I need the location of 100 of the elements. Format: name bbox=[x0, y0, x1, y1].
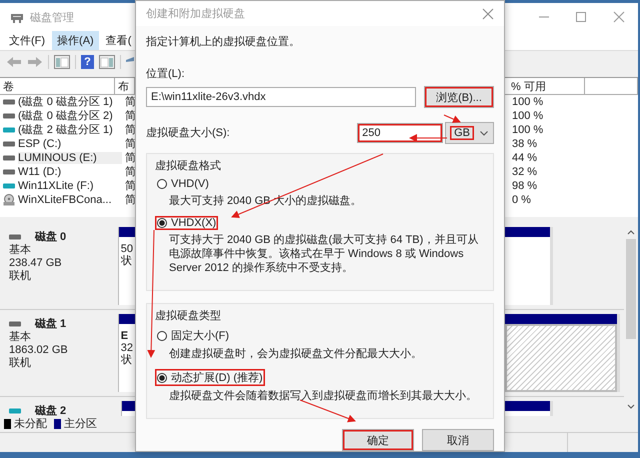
disk-info: 基本 bbox=[9, 331, 32, 344]
free-percent-cell-text: 0 % bbox=[511, 194, 531, 206]
partition-block[interactable]: E 32 状 bbox=[118, 314, 135, 392]
maximize-icon[interactable] bbox=[575, 11, 588, 24]
volume-row[interactable]: LUMINOUS (E:) 简 bbox=[0, 150, 135, 165]
partition-header-bar bbox=[505, 227, 550, 238]
annotation-arrow bbox=[300, 400, 356, 422]
partition-text: 50 bbox=[120, 243, 133, 256]
chevron-down-icon bbox=[480, 130, 488, 136]
layout-cell-text: 简 bbox=[125, 193, 136, 208]
disk-name: 磁盘 1 bbox=[35, 317, 66, 332]
drive-icon bbox=[3, 168, 15, 175]
disk-info: 238.47 GB bbox=[9, 257, 63, 270]
location-field[interactable]: E:\win11xlite-26v3.vhdx bbox=[146, 87, 416, 107]
disk-management-icon bbox=[10, 11, 24, 24]
scroll-thumb[interactable] bbox=[626, 239, 636, 340]
disk-info: 联机 bbox=[9, 270, 32, 284]
volume-row[interactable]: (磁盘 0 磁盘分区 1) 简 bbox=[0, 94, 135, 109]
drive-icon bbox=[3, 182, 15, 189]
window-title: 磁盘管理 bbox=[30, 10, 74, 25]
legend-label: 主分区 bbox=[64, 416, 97, 432]
field-label: 位置(L): bbox=[146, 67, 186, 81]
layout-cell-text: 简 bbox=[125, 179, 136, 194]
size-field[interactable]: 250 bbox=[357, 123, 444, 143]
ok-button[interactable]: 确定 bbox=[342, 429, 414, 451]
volume-row[interactable]: (磁盘 0 磁盘分区 2) 简 bbox=[0, 108, 135, 123]
option-description: 可支持大于 2040 GB 的虚拟磁盘(最大可支持 64 TB)，并且可从电源故障事件中恢复。该格式在早于 Windows 8 或 Windows Server 2012 的操作系统中不受支持。 bbox=[168, 233, 480, 275]
radio-option[interactable]: 动态扩展(D) (推荐) bbox=[155, 369, 265, 386]
help-icon[interactable]: ? bbox=[81, 55, 94, 70]
drive-disc-icon bbox=[3, 194, 15, 206]
partition-block[interactable] bbox=[505, 227, 553, 306]
menu-item[interactable]: 操作(A) bbox=[52, 31, 99, 50]
free-percent-cell-text: 100 % bbox=[511, 110, 544, 122]
volume-row[interactable]: ESP (C:) 简 bbox=[0, 136, 135, 151]
volume-name: W11 (D:) bbox=[18, 166, 62, 178]
unit-value: GB bbox=[450, 126, 474, 140]
layout-cell-text: 简 bbox=[125, 137, 136, 152]
legend-label: 未分配 bbox=[14, 417, 47, 432]
cancel-button[interactable]: 取消 bbox=[422, 429, 494, 451]
partition-text: 状 bbox=[120, 354, 133, 366]
volume-row[interactable]: W11 (D:) 简 bbox=[0, 164, 135, 179]
disk-info: 基本 bbox=[9, 244, 32, 258]
layout-cell-text: 简 bbox=[125, 109, 136, 124]
disk-name: 磁盘 2 bbox=[35, 404, 66, 416]
partition-block[interactable] bbox=[505, 314, 620, 392]
partition-text: 状 bbox=[120, 255, 133, 268]
layout-cell-text: 简 bbox=[125, 165, 136, 180]
partition-text: E bbox=[120, 330, 130, 342]
volume-name: Win11XLite (F:) bbox=[18, 180, 95, 192]
close-icon[interactable] bbox=[613, 11, 626, 24]
annotation-arrow bbox=[409, 134, 448, 142]
scroll-down-icon[interactable] bbox=[627, 404, 635, 410]
disk-info: 1863.02 GB bbox=[9, 344, 69, 357]
drive-icon bbox=[3, 98, 15, 105]
browse-button[interactable]: 浏览(B)... bbox=[424, 86, 494, 108]
radio-option[interactable]: VHDX(X) bbox=[155, 216, 218, 230]
radio-circle[interactable] bbox=[157, 218, 167, 228]
radio-circle[interactable] bbox=[157, 330, 167, 340]
close-icon[interactable] bbox=[482, 8, 494, 20]
partition-text: 32 bbox=[120, 342, 133, 354]
drive-icon bbox=[3, 112, 15, 119]
partition-header-bar bbox=[118, 227, 135, 238]
disk-info: 联机 bbox=[9, 357, 32, 370]
volume-name: (磁盘 2 磁盘分区 1) bbox=[18, 123, 114, 138]
option-description: 创建虚拟硬盘时，会为虚拟硬盘文件分配最大大小。 bbox=[168, 347, 423, 361]
free-percent-cell-text: 32 % bbox=[511, 166, 538, 178]
free-percent-cell-text: 98 % bbox=[511, 180, 538, 192]
forward-arrow-icon[interactable] bbox=[27, 56, 43, 68]
dialog-title: 创建和附加虚拟硬盘 bbox=[146, 6, 245, 21]
column-header[interactable]: 卷 bbox=[0, 78, 115, 94]
volume-row[interactable]: Win11XLite (F:) 简 bbox=[0, 178, 135, 193]
radio-circle[interactable] bbox=[157, 179, 167, 189]
scroll-up-icon[interactable] bbox=[627, 229, 635, 236]
volume-name: WinXLiteFBCona... bbox=[18, 194, 113, 206]
volume-row[interactable]: (磁盘 2 磁盘分区 1) 简 bbox=[0, 122, 135, 137]
radio-circle[interactable] bbox=[157, 372, 167, 382]
panel-icon[interactable] bbox=[54, 55, 70, 70]
disk-name: 磁盘 0 bbox=[35, 230, 66, 244]
volume-row[interactable]: WinXLiteFBCona... 简 bbox=[0, 192, 135, 207]
free-percent-cell-text: 100 % bbox=[511, 96, 544, 108]
radio-option[interactable]: 固定大小(F) bbox=[155, 327, 232, 344]
menu-item[interactable]: 查看( bbox=[100, 31, 135, 50]
free-percent-cell-text: 100 % bbox=[511, 124, 544, 136]
partition-header-bar bbox=[118, 314, 135, 324]
back-arrow-icon[interactable] bbox=[6, 56, 22, 68]
radio-option[interactable]: VHD(V) bbox=[155, 177, 211, 191]
drive-icon bbox=[3, 140, 15, 147]
layout-cell-text: 简 bbox=[125, 123, 136, 138]
drive-icon bbox=[9, 408, 21, 414]
free-percent-cell-text: 38 % bbox=[511, 138, 538, 150]
field-label: 虚拟硬盘大小(S): bbox=[146, 126, 230, 140]
partition-header-bar bbox=[505, 401, 550, 412]
volume-name: LUMINOUS (E:) bbox=[18, 152, 122, 164]
layout-cell-text: 简 bbox=[125, 151, 136, 166]
unit-dropdown[interactable]: GB bbox=[445, 122, 494, 144]
drive-icon bbox=[9, 320, 21, 327]
panel-icon[interactable] bbox=[99, 55, 115, 70]
menu-item[interactable]: 文件(F) bbox=[4, 31, 50, 50]
partition-block[interactable]: 50 状 bbox=[118, 227, 135, 306]
drive-icon bbox=[3, 126, 15, 133]
